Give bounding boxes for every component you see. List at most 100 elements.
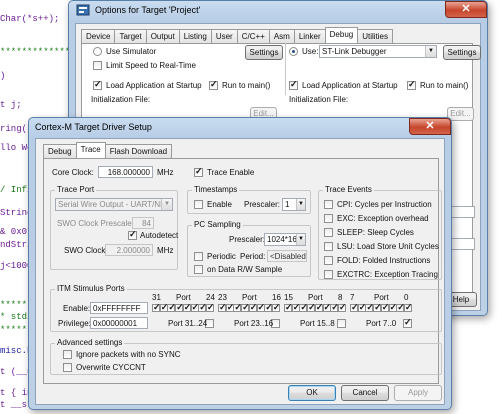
load-app-right-checkbox[interactable] [289, 79, 298, 90]
trace-events-title: Trace Events [323, 185, 374, 194]
chevron-down-icon: ▼ [425, 46, 436, 57]
cortex-tab-trace[interactable]: Trace [75, 142, 106, 158]
itm-bit-number: 7 [350, 293, 355, 302]
load-app-left-checkbox[interactable] [93, 79, 102, 90]
trace-enable-checkbox[interactable] [194, 166, 203, 177]
periodic-checkbox[interactable] [194, 252, 203, 261]
use-label: Use: [302, 47, 319, 56]
use-simulator-radio[interactable] [93, 47, 102, 56]
options-tab-listing[interactable]: Listing [178, 29, 212, 43]
pc-prescaler-label: Prescaler: [229, 235, 266, 244]
run-main-left-label: Run to main() [222, 81, 271, 90]
trace-event-checkbox[interactable] [324, 214, 333, 223]
itm-enable-input[interactable]: 0xFFFFFFFF [90, 302, 148, 314]
cortex-tab-debug[interactable]: Debug [43, 144, 77, 158]
chevron-down-icon: ▼ [296, 234, 305, 245]
itm-bit-number: 0 [404, 293, 409, 302]
on-data-rw-checkbox[interactable] [194, 265, 203, 274]
apply-button[interactable]: Apply [394, 385, 442, 401]
debugger-select[interactable]: ST-Link Debugger ▼ [319, 45, 437, 58]
chevron-down-icon: ▼ [296, 199, 305, 210]
close-icon: ✕ [425, 120, 435, 132]
itm-privilege-label: Privilege: [58, 319, 91, 328]
cortex-close-button[interactable]: ✕ [409, 118, 451, 135]
keil-app-icon [76, 4, 90, 16]
core-clock-input[interactable]: 168.000000 [98, 166, 153, 178]
core-clock-label: Core Clock: [52, 168, 94, 177]
pc-prescaler-select[interactable]: 1024*16 ▼ [264, 233, 306, 246]
code-line: Char(*s++); [0, 14, 60, 24]
options-dialog-title: Options for Target 'Project' [95, 5, 201, 15]
trace-port-value: Serial Wire Output - UART/NRZ [58, 200, 171, 209]
advanced-title: Advanced settings [55, 338, 125, 347]
itm-title: ITM Stimulus Ports [55, 284, 127, 293]
itm-enable-bit-checkbox[interactable] [403, 302, 412, 313]
itm-privilege-group-label: Port 23..16 [234, 319, 274, 328]
use-debugger-radio[interactable] [289, 47, 298, 56]
options-tab-utilities[interactable]: Utilities [357, 29, 393, 43]
swo-prescaler-input[interactable]: 84 [132, 217, 154, 229]
trace-event-label: EXC: Exception overhead [337, 214, 429, 223]
options-tab-linker[interactable]: Linker [293, 29, 326, 43]
trace-event-checkbox[interactable] [324, 270, 333, 279]
timestamps-enable-label: Enable [207, 200, 232, 209]
run-main-left-checkbox[interactable] [209, 79, 218, 90]
cortex-tab-strip: Debug Trace Flash Download [43, 142, 173, 158]
itm-bit-number: 15 [284, 293, 293, 302]
timestamps-prescaler-select[interactable]: 1 ▼ [282, 198, 306, 211]
itm-port-word: Port [308, 293, 323, 302]
options-tab-device[interactable]: Device [81, 29, 116, 43]
cancel-button[interactable]: Cancel [341, 385, 389, 401]
period-label: Period: [240, 252, 266, 261]
trace-event-label: SLEEP: Sleep Cycles [337, 228, 414, 237]
settings-right-button[interactable]: Settings [443, 45, 481, 60]
period-value-field: <Disabled> [267, 250, 307, 262]
autodetect-label: Autodetect [140, 231, 179, 240]
trace-port-select[interactable]: Serial Wire Output - UART/NRZ ▼ [55, 198, 173, 211]
settings-left-button[interactable]: Settings [245, 45, 283, 60]
options-tab-asm[interactable]: Asm [268, 29, 295, 43]
options-tab-strip: Device Target Output Listing User C/C++ Asm Lin… [81, 27, 393, 43]
swo-clock-input[interactable]: 2.000000 [105, 244, 153, 256]
ok-button[interactable]: OK [288, 385, 336, 401]
timestamps-prescaler-value: 1 [285, 200, 290, 209]
timestamps-enable-checkbox[interactable] [194, 200, 203, 209]
itm-bit-number: 24 [206, 293, 215, 302]
timestamps-prescaler-label: Prescaler: [244, 200, 281, 209]
autodetect-checkbox[interactable] [128, 229, 137, 240]
cortex-tab-flash-download[interactable]: Flash Download [104, 144, 173, 158]
limit-speed-checkbox[interactable] [93, 61, 102, 70]
trace-enable-label: Trace Enable [207, 168, 255, 177]
itm-privilege-input[interactable]: 0x00000001 [90, 317, 148, 329]
periodic-label: Periodic [207, 252, 236, 261]
trace-event-checkbox[interactable] [324, 228, 333, 237]
code-line: t j; [0, 100, 22, 110]
itm-port-word: Port [176, 293, 191, 302]
trace-port-title: Trace Port [55, 185, 97, 194]
overwrite-cyccnt-checkbox[interactable] [63, 363, 72, 372]
options-tab-user[interactable]: User [210, 29, 238, 43]
trace-event-label: LSU: Load Store Unit Cycles [337, 242, 439, 251]
timestamps-title: Timestamps [192, 185, 240, 194]
itm-bit-number: 31 [152, 293, 161, 302]
itm-bit-number: 16 [272, 293, 281, 302]
on-data-rw-label: on Data R/W Sample [207, 265, 283, 274]
pc-prescaler-value: 1024*16 [267, 235, 297, 244]
close-icon: ✕ [461, 3, 471, 15]
options-tab-target[interactable]: Target [114, 29, 147, 43]
options-close-button[interactable]: ✕ [445, 1, 487, 18]
trace-event-checkbox[interactable] [324, 242, 333, 251]
trace-event-checkbox[interactable] [324, 256, 333, 265]
options-tab-output[interactable]: Output [145, 29, 180, 43]
core-clock-unit: MHz [157, 168, 174, 177]
ignore-no-sync-checkbox[interactable] [63, 350, 72, 359]
itm-privilege-checkbox[interactable] [403, 317, 412, 328]
itm-enable-bit-checkbox[interactable] [337, 302, 346, 313]
itm-privilege-checkbox[interactable] [337, 319, 346, 328]
itm-enable-bit-checkbox[interactable] [205, 302, 214, 313]
run-main-right-checkbox[interactable] [407, 79, 416, 90]
options-tab-debug[interactable]: Debug [324, 27, 359, 43]
itm-enable-bit-checkbox[interactable] [271, 302, 280, 313]
trace-event-checkbox[interactable] [324, 200, 333, 209]
options-tab-c-c-[interactable]: C/C++ [236, 29, 270, 43]
